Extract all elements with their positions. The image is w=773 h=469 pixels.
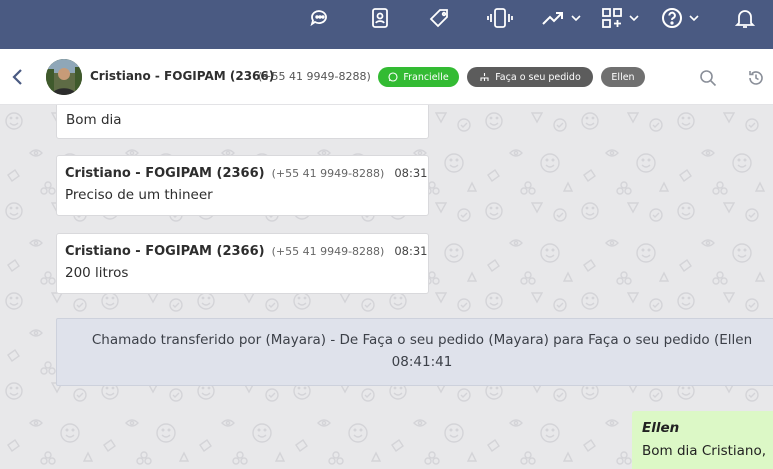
tag-label: Francielle <box>403 71 449 83</box>
message-bubble[interactable]: Cristiano - FOGIPAM (2366) (+55 41 9949-… <box>56 155 429 216</box>
transfer-notice-text: Chamado transferido por (Mayara) - De Fa… <box>91 332 753 348</box>
chevron-down-icon <box>571 15 581 22</box>
message-text: Preciso de um thineer <box>65 187 213 203</box>
agent-tag-francielle[interactable]: Francielle <box>378 67 459 87</box>
message-bubble[interactable]: Bom dia <box>56 105 429 139</box>
top-navigation-bar <box>0 0 773 49</box>
message-sender: Cristiano - FOGIPAM (2366) <box>65 244 265 259</box>
message-sender: Cristiano - FOGIPAM (2366) <box>65 166 265 181</box>
help-circle-icon[interactable] <box>661 5 699 31</box>
message-text: Bom dia Cristiano, <box>642 443 767 459</box>
message-bubble[interactable]: Cristiano - FOGIPAM (2366) (+55 41 9949-… <box>56 233 429 294</box>
contact-phone: (+55 41 9949-8288) <box>258 70 371 83</box>
search-icon[interactable] <box>699 69 717 91</box>
tag-icon[interactable] <box>429 5 451 31</box>
chevron-down-icon <box>689 15 699 22</box>
message-time: 08:31 <box>394 244 428 258</box>
transfer-notice: Chamado transferido por (Mayara) - De Fa… <box>56 318 773 386</box>
department-tag[interactable]: Faça o seu pedido <box>467 67 593 87</box>
chat-header: Cristiano - FOGIPAM (2366) (+55 41 9949-… <box>0 49 773 105</box>
message-phone: (+55 41 9949-8288) <box>271 167 385 180</box>
contacts-book-icon[interactable] <box>371 5 389 31</box>
transfer-notice-time: 08:41:41 <box>391 354 453 370</box>
apps-grid-icon[interactable] <box>601 5 639 31</box>
phone-vibrate-icon[interactable] <box>487 5 513 31</box>
avatar[interactable] <box>46 59 82 95</box>
chat-bubbles-icon[interactable] <box>309 5 331 31</box>
message-text: Bom dia <box>66 112 122 128</box>
back-arrow-icon[interactable] <box>10 67 26 91</box>
chat-messages-area[interactable]: Bom dia Cristiano - FOGIPAM (2366) (+55 … <box>0 105 773 469</box>
chevron-down-icon <box>629 15 639 22</box>
contact-name: Cristiano - FOGIPAM (2366) <box>90 69 275 83</box>
org-chart-icon <box>480 73 489 81</box>
message-text: 200 litros <box>65 265 129 281</box>
whatsapp-icon <box>388 72 398 82</box>
tag-label: Faça o seu pedido <box>495 71 581 83</box>
message-phone: (+55 41 9949-8288) <box>271 245 385 258</box>
message-time: 08:31 <box>394 166 428 180</box>
message-sender: Ellen <box>642 420 680 436</box>
outgoing-message-bubble[interactable]: Ellen Bom dia Cristiano, <box>632 411 773 469</box>
trending-up-icon[interactable] <box>541 5 581 31</box>
agent-tag-ellen[interactable]: Ellen <box>601 67 645 87</box>
tag-label: Ellen <box>611 71 635 83</box>
bell-icon[interactable] <box>735 5 755 31</box>
history-icon[interactable] <box>747 69 765 91</box>
